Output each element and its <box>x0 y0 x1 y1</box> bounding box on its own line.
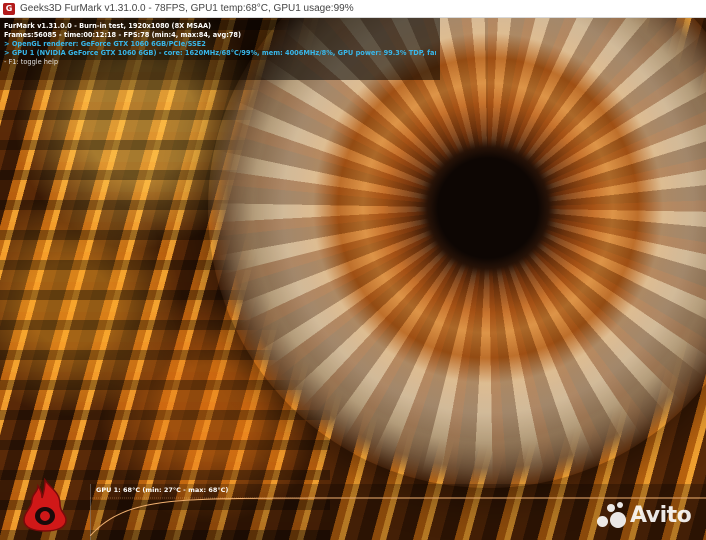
furmark-window: G Geeks3D FurMark v1.31.0.0 - 78FPS, GPU… <box>0 0 706 540</box>
title-bar[interactable]: G Geeks3D FurMark v1.31.0.0 - 78FPS, GPU… <box>0 0 706 18</box>
overlay-help-line: - F1: toggle help <box>4 58 59 66</box>
furmark-flame-icon <box>23 477 67 532</box>
overlay-renderer-line: > OpenGL renderer: GeForce GTX 1060 6GB/… <box>4 40 206 48</box>
info-overlay: FurMark v1.31.0.0 - Burn-in test, 1920x1… <box>0 18 440 80</box>
avito-watermark: Avito <box>597 500 692 530</box>
avito-watermark-text: Avito <box>630 502 692 528</box>
furmark-logo <box>20 477 70 532</box>
window-title: Geeks3D FurMark v1.31.0.0 - 78FPS, GPU1 … <box>20 3 354 14</box>
overlay-gpu-line: > GPU 1 (NVIDIA GeForce GTX 1060 6GB) - … <box>4 49 436 57</box>
render-viewport <box>0 18 706 540</box>
furmark-app-icon[interactable]: G <box>3 2 15 15</box>
app-icon-letter: G <box>5 3 13 13</box>
overlay-title-line: FurMark v1.31.0.0 - Burn-in test, 1920x1… <box>4 22 212 30</box>
overlay-frames-line: Frames:56085 - time:00:12:18 - FPS:78 (m… <box>4 31 242 39</box>
avito-logo-icon <box>597 502 627 528</box>
